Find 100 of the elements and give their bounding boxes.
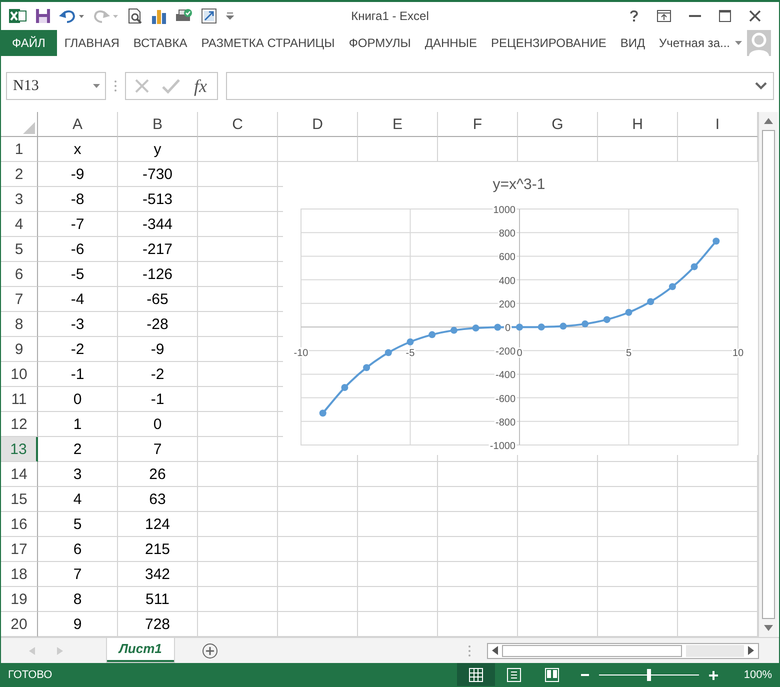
caret-icon[interactable] [735,41,742,45]
ribbon-tab[interactable]: ДАННЫЕ [418,30,484,56]
scrollbar-thumb[interactable] [502,644,682,656]
view-button[interactable] [457,663,495,686]
data-point [647,298,654,306]
bar-chart-icon[interactable] [151,8,167,24]
row-header[interactable]: 9 [1,337,38,362]
column-header[interactable]: B [118,112,198,137]
table-cell: -217 [118,237,198,262]
x-tick-label: 5 [626,348,632,359]
scroll-left-icon[interactable] [492,646,498,655]
caret-icon[interactable] [225,11,235,21]
table-cell: 215 [118,537,198,562]
ribbon-tab[interactable]: ВИД [613,30,652,56]
image-icon[interactable] [201,8,217,24]
row-header[interactable]: 3 [1,187,38,212]
column-header[interactable]: D [278,112,358,137]
page-break-icon[interactable] [545,668,559,682]
row-header[interactable]: 14 [1,462,38,487]
table-cell: -2 [118,362,198,387]
horizontal-scrollbar[interactable] [487,642,759,658]
row-header[interactable]: 10 [1,362,38,387]
y-tick-label: -400 [495,370,516,382]
row-header[interactable]: 5 [1,237,38,262]
close-icon[interactable] [749,10,761,22]
scroll-right-icon[interactable] [748,646,754,655]
insert-function-button[interactable]: fx [192,76,209,96]
caret-icon[interactable] [93,84,100,88]
page-icon[interactable] [507,668,521,682]
table-cell: -126 [118,262,198,287]
expand-icon[interactable] [755,82,767,90]
drag-handle-icon[interactable] [468,644,471,656]
name-box[interactable]: N13 [6,72,106,100]
table-cell: -344 [118,212,198,237]
column-header[interactable]: A [38,112,118,137]
window-title: Книга1 - Excel [351,9,429,23]
y-tick-label: -800 [495,417,516,428]
help-icon[interactable] [629,10,639,22]
row-header[interactable]: 11 [1,387,38,412]
row-header[interactable]: 18 [1,562,38,587]
ribbon-tab[interactable]: ФАЙЛ [1,30,58,56]
ribbon-display-icon[interactable] [657,10,671,22]
minimize-icon[interactable] [689,14,701,18]
data-point [494,324,502,331]
grid-icon[interactable] [469,668,483,682]
checkmark-icon[interactable] [162,78,180,94]
account-name[interactable]: Учетная за... [659,36,730,50]
y-tick-label: 1000 [493,205,516,216]
save-icon[interactable] [35,8,51,24]
vertical-scrollbar[interactable] [758,112,778,637]
row-header[interactable]: 1 [1,137,38,162]
table-cell: -6 [38,237,118,262]
zoom-slider-thumb[interactable] [647,669,651,681]
data-point [712,238,720,245]
printer-icon[interactable] [175,8,193,24]
maximize-icon[interactable] [719,10,731,22]
row-header[interactable]: 4 [1,212,38,237]
row-header[interactable]: 7 [1,287,38,312]
scrollbar-thumb[interactable] [762,130,775,619]
column-header[interactable]: F [438,112,518,137]
column-header[interactable]: E [358,112,438,137]
table-cell: 26 [118,462,198,487]
drag-handle-icon[interactable] [114,80,117,92]
print-preview-icon[interactable] [127,8,143,24]
zoom-in-icon[interactable] [709,670,718,680]
undo-icon[interactable] [59,9,85,23]
table-cell: 5 [38,512,118,537]
row-header[interactable]: 19 [1,587,38,612]
ribbon-tab[interactable]: ГЛАВНАЯ [57,30,126,56]
data-point [406,338,414,346]
ribbon-tab[interactable]: ВСТАВКА [126,30,194,56]
column-header[interactable]: H [598,112,678,137]
table-cell: -5 [38,262,118,287]
column-header[interactable]: G [518,112,598,137]
scroll-down-icon[interactable] [764,625,773,631]
add-sheet-icon[interactable] [202,642,218,658]
data-point [582,320,589,328]
row-header[interactable]: 17 [1,537,38,562]
table-cell: -1 [118,387,198,412]
scroll-up-icon[interactable] [764,118,773,124]
sheet-tab[interactable]: Лист1 [107,638,174,662]
row-header[interactable]: 15 [1,487,38,512]
row-header[interactable]: 16 [1,512,38,537]
formula-input[interactable] [226,72,774,100]
table-cell: -8 [38,187,118,212]
row-header[interactable]: 13 [1,437,38,462]
table-cell: x [38,137,118,162]
data-point [538,324,545,330]
zoom-level[interactable]: 100% [740,669,772,681]
table-cell: -9 [118,337,198,362]
excel-logo-icon[interactable] [9,8,27,24]
ribbon-tab[interactable]: ФОРМУЛЫ [342,30,418,56]
table-cell: 8 [38,587,118,612]
column-header[interactable]: C [198,112,278,137]
row-header[interactable]: 6 [1,262,38,287]
row-header[interactable]: 8 [1,312,38,337]
row-header[interactable]: 2 [1,162,38,187]
data-point [341,384,348,392]
ribbon-tab[interactable]: РАЗМЕТКА СТРАНИЦЫ [194,30,342,56]
ribbon-tab[interactable]: РЕЦЕНЗИРОВАНИЕ [484,30,614,56]
